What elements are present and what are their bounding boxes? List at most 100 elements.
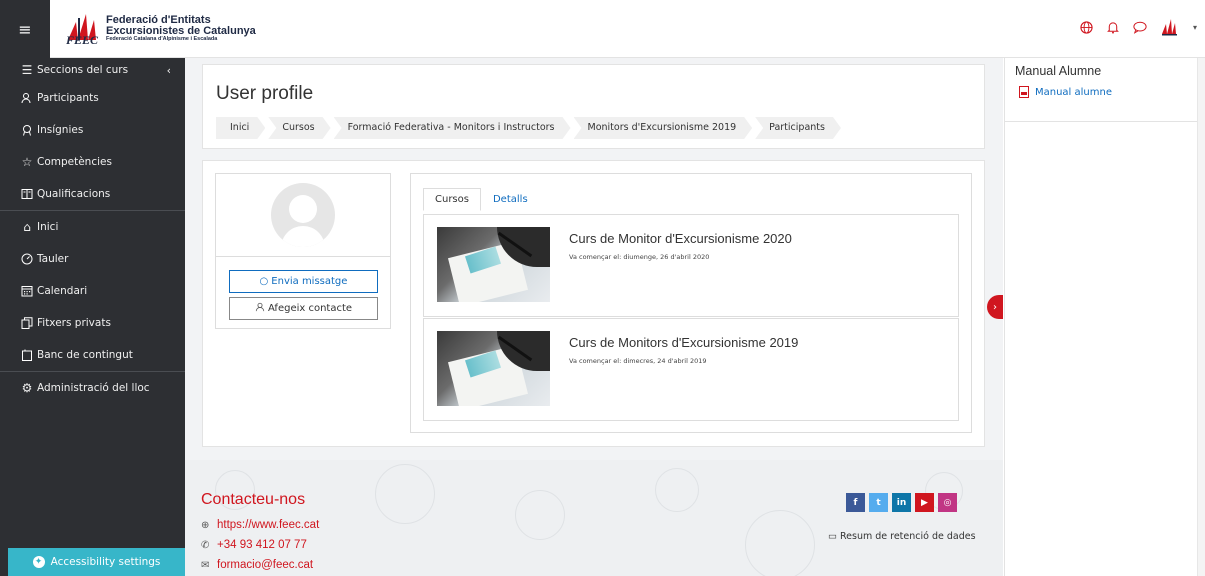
logo-short: FEEC xyxy=(66,33,99,47)
bell-icon[interactable] xyxy=(1107,21,1119,34)
sidebar-item-label: Insígnies xyxy=(37,124,84,136)
data-retention-link[interactable]: ▭ Resum de retenció de dades xyxy=(828,531,976,542)
badge-icon xyxy=(20,124,34,136)
linkedin-icon[interactable]: in xyxy=(892,493,911,512)
sidebar-item-participants[interactable]: Participants xyxy=(0,82,185,114)
phone-icon: ✆ xyxy=(201,539,210,551)
sidebar-item-label: Calendari xyxy=(37,285,88,297)
profile-tabs: Cursos Detalls xyxy=(423,188,540,211)
page-header: User profile Inici Cursos Formació Feder… xyxy=(202,64,985,149)
drawer-toggle-button[interactable]: › xyxy=(987,295,1003,319)
logo-line-3: Federació Catalana d'Alpinisme i Escalad… xyxy=(106,36,218,43)
send-message-button[interactable]: ○ Envia missatge xyxy=(229,270,378,293)
files-icon xyxy=(20,317,34,329)
course-start-date: Va començar el: diumenge, 26 d'abril 202… xyxy=(569,253,710,261)
gradebook-icon xyxy=(20,188,34,200)
breadcrumb: Inici Cursos Formació Federativa - Monit… xyxy=(216,117,844,139)
manual-link[interactable]: Manual alumne xyxy=(1015,86,1187,98)
mail-icon: ✉ xyxy=(201,559,210,571)
manual-block: Manual Alumne Manual alumne xyxy=(1005,58,1197,122)
sidebar-item-label: Banc de contingut xyxy=(37,349,133,361)
course-title[interactable]: Curs de Monitor d'Excursionisme 2020 xyxy=(569,231,792,246)
courses-panel: Cursos Detalls Curs de Monitor d'Excursi… xyxy=(410,173,972,433)
users-icon xyxy=(20,92,34,104)
right-drawer: Manual Alumne Manual alumne xyxy=(1004,58,1197,576)
list-icon: ☰ xyxy=(21,63,33,77)
pdf-icon xyxy=(1019,86,1029,98)
sidebar-item-home[interactable]: ⌂ Inici xyxy=(0,211,185,243)
course-card[interactable]: Curs de Monitor d'Excursionisme 2020 Va … xyxy=(423,214,959,317)
sidebar-item-label: Seccions del curs xyxy=(37,64,129,76)
data-retention-label: Resum de retenció de dades xyxy=(839,531,976,542)
chat-icon[interactable] xyxy=(1133,21,1147,34)
contact-title: Contacteu-nos xyxy=(201,491,306,508)
sidebar-item-calendar[interactable]: Calendari xyxy=(0,275,185,307)
page-footer: Contacteu-nos ⊕ https://www.feec.cat ✆ +… xyxy=(185,460,1003,576)
calendar-icon xyxy=(20,285,34,297)
youtube-icon[interactable]: ▶ xyxy=(915,493,934,512)
course-title[interactable]: Curs de Monitors d'Excursionisme 2019 xyxy=(569,335,798,350)
tab-details[interactable]: Detalls xyxy=(481,188,540,211)
breadcrumb-item-home[interactable]: Inici xyxy=(216,117,265,139)
instagram-icon[interactable]: ◎ xyxy=(938,493,957,512)
course-image xyxy=(437,331,550,406)
content-bank-icon xyxy=(20,349,34,361)
website-link[interactable]: ⊕ https://www.feec.cat xyxy=(201,519,319,531)
accessibility-settings-button[interactable]: ✦ Accessibility settings xyxy=(8,548,185,576)
phone-text: +34 93 412 07 77 xyxy=(217,539,307,551)
sidebar-item-label: Qualificacions xyxy=(37,188,111,200)
sidebar-item-competencies[interactable]: ☆ Competències xyxy=(0,146,185,178)
sidebar-item-course-sections[interactable]: ☰ Seccions del curs ‹ xyxy=(0,58,185,82)
website-text: https://www.feec.cat xyxy=(217,519,320,531)
add-contact-button[interactable]: Afegeix contacte xyxy=(229,297,378,320)
globe-icon: ⊕ xyxy=(201,519,210,531)
accessibility-label: Accessibility settings xyxy=(50,556,161,568)
phone-link[interactable]: ✆ +34 93 412 07 77 xyxy=(201,539,307,551)
background-doodle xyxy=(655,468,699,512)
star-icon: ☆ xyxy=(21,155,33,169)
avatar xyxy=(271,183,335,247)
breadcrumb-item-participants[interactable]: Participants xyxy=(755,117,841,139)
profile-card: ○ Envia missatge Afegeix contacte Cursos… xyxy=(202,160,985,447)
send-message-label: Envia missatge xyxy=(271,276,348,287)
sidebar-item-grades[interactable]: Qualificacions xyxy=(0,178,185,210)
site-logo[interactable]: FEEC Federació d'Entitats Excursionistes… xyxy=(66,9,256,49)
globe-icon[interactable] xyxy=(1080,20,1093,34)
sidebar-item-label: Inici xyxy=(37,221,59,233)
gear-icon: ⚙ xyxy=(21,381,33,395)
email-text: formacio@feec.cat xyxy=(217,559,314,571)
sidebar-nav: ☰ Seccions del curs ‹ Participants Insíg… xyxy=(0,58,185,576)
chevron-left-icon[interactable]: ‹ xyxy=(167,64,171,77)
social-links: f t in ▶ ◎ xyxy=(846,493,957,512)
breadcrumb-item-course[interactable]: Monitors d'Excursionisme 2019 xyxy=(574,117,753,139)
sidebar-item-content-bank[interactable]: Banc de contingut xyxy=(0,339,185,371)
page-scrollbar[interactable] xyxy=(1197,58,1205,576)
course-start-date: Va començar el: dimecres, 24 d'abril 201… xyxy=(569,357,707,365)
twitter-icon[interactable]: t xyxy=(869,493,888,512)
sidebar-item-label: Competències xyxy=(37,156,112,168)
email-link[interactable]: ✉ formacio@feec.cat xyxy=(201,559,313,571)
chat-icon: ○ xyxy=(259,276,269,287)
sidebar-item-badges[interactable]: Insígnies xyxy=(0,114,185,146)
sidebar-item-private-files[interactable]: Fitxers privats xyxy=(0,307,185,339)
tab-courses[interactable]: Cursos xyxy=(423,188,481,211)
folder-icon: ▭ xyxy=(828,531,837,542)
chevron-right-icon: › xyxy=(993,301,997,313)
user-menu-logo-icon[interactable] xyxy=(1161,18,1179,36)
course-image xyxy=(437,227,550,302)
block-title: Manual Alumne xyxy=(1015,64,1102,78)
sidebar-item-site-admin[interactable]: ⚙ Administració del lloc xyxy=(0,372,185,404)
hamburger-icon: ≡ xyxy=(18,19,32,39)
feec-logo-icon: FEEC xyxy=(66,12,102,47)
top-navbar: ≡ FEEC Federació d'Entitats Excursionist… xyxy=(0,0,1205,58)
sidebar-item-dashboard[interactable]: Tauler xyxy=(0,243,185,275)
menu-toggle-button[interactable]: ≡ xyxy=(0,0,50,58)
background-doodle xyxy=(745,510,815,576)
caret-down-icon[interactable]: ▾ xyxy=(1193,23,1197,32)
background-doodle xyxy=(375,464,435,524)
breadcrumb-item-courses[interactable]: Cursos xyxy=(268,117,330,139)
facebook-icon[interactable]: f xyxy=(846,493,865,512)
sidebar-item-label: Administració del lloc xyxy=(37,382,150,394)
breadcrumb-item-category[interactable]: Formació Federativa - Monitors i Instruc… xyxy=(334,117,571,139)
course-card[interactable]: Curs de Monitors d'Excursionisme 2019 Va… xyxy=(423,318,959,421)
